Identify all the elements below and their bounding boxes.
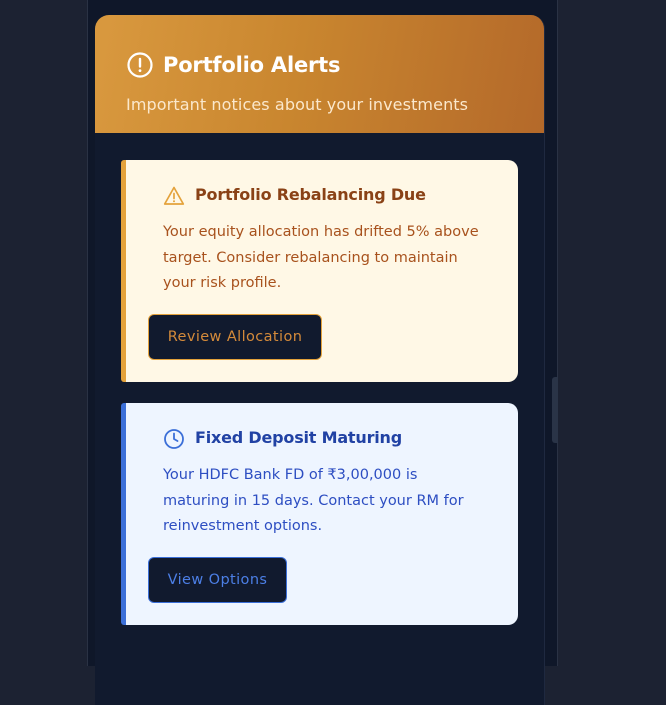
alert-rebalancing: Portfolio Rebalancing Due Your equity al… (121, 160, 518, 382)
alert-message: Your equity allocation has drifted 5% ab… (163, 224, 479, 291)
alerts-header: Portfolio Alerts Important notices about… (95, 15, 544, 133)
alert-message: Your HDFC Bank FD of ₹3,00,000 is maturi… (163, 467, 464, 534)
warning-triangle-icon (163, 186, 185, 205)
clock-icon (164, 429, 184, 449)
header-title: Portfolio Alerts (163, 53, 341, 77)
header-subtitle: Important notices about your investments (126, 95, 469, 114)
alert-title: Portfolio Rebalancing Due (195, 185, 426, 204)
portfolio-alerts-card: Portfolio Alerts Important notices about… (95, 15, 545, 705)
review-allocation-button[interactable]: Review Allocation (148, 314, 322, 360)
alert-circle-icon (127, 52, 153, 78)
scrollbar-handle[interactable] (552, 377, 558, 443)
alert-fd-maturing: Fixed Deposit Maturing Your HDFC Bank FD… (121, 403, 518, 625)
view-options-button[interactable]: View Options (148, 557, 287, 603)
alert-title: Fixed Deposit Maturing (195, 428, 402, 447)
